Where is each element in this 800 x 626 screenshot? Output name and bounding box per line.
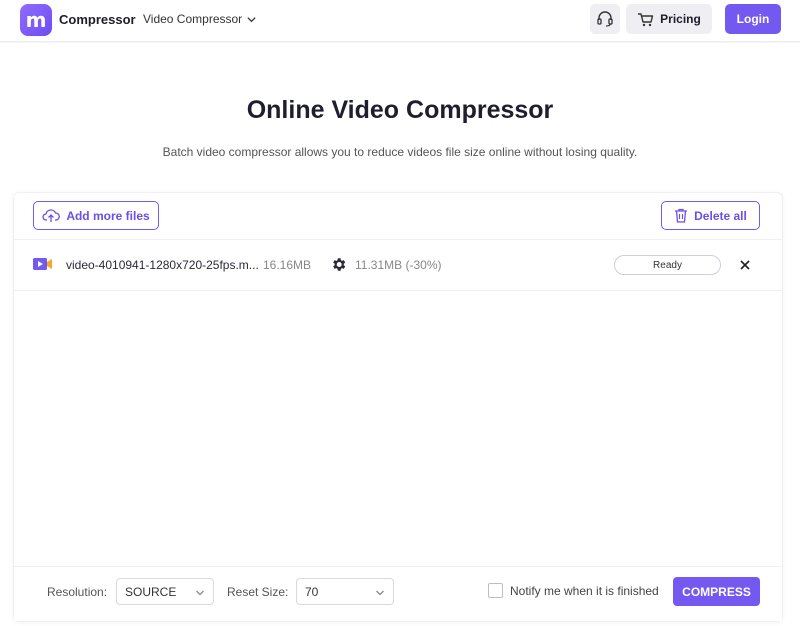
reset-size-select[interactable]: 70: [296, 578, 394, 605]
nav-dropdown-label: Video Compressor: [143, 12, 243, 26]
add-more-files-label: Add more files: [66, 208, 150, 223]
resolution-value: SOURCE: [125, 584, 177, 599]
video-file-icon: [33, 258, 52, 270]
app-logo[interactable]: m: [20, 4, 52, 36]
delete-all-label: Delete all: [694, 208, 747, 223]
chevron-down-icon: [376, 590, 384, 596]
resolution-select[interactable]: SOURCE: [116, 578, 214, 605]
close-icon[interactable]: [738, 258, 752, 272]
add-more-files-button[interactable]: Add more files: [33, 201, 159, 230]
reset-size-label: Reset Size:: [227, 585, 289, 599]
delete-all-button[interactable]: Delete all: [661, 201, 760, 230]
cloud-upload-icon: [42, 208, 61, 222]
cart-icon: [638, 12, 654, 26]
compressed-size: 11.31MB (-30%): [355, 258, 442, 272]
chevron-down-icon: [247, 16, 256, 22]
support-button[interactable]: [590, 4, 620, 34]
logo-letter: m: [25, 8, 47, 32]
headset-icon: [597, 11, 613, 27]
gear-icon[interactable]: [330, 256, 347, 273]
pricing-label: Pricing: [660, 12, 701, 26]
status-badge: Ready: [614, 255, 721, 275]
reset-size-value: 70: [305, 584, 319, 599]
trash-icon: [675, 208, 688, 223]
pricing-button[interactable]: Pricing: [626, 4, 712, 34]
page-title: Online Video Compressor: [246, 96, 554, 124]
video-compressor-dropdown[interactable]: Video Compressor: [143, 12, 257, 26]
notify-label: Notify me when it is finished: [510, 584, 659, 598]
file-name: video-4010941-1280x720-25fps.m...: [66, 258, 259, 272]
login-button[interactable]: Login: [725, 4, 781, 34]
page-subtitle: Batch video compressor allows you to red…: [162, 145, 638, 159]
compress-button[interactable]: COMPRESS: [673, 577, 760, 606]
original-size: 16.16MB: [263, 258, 312, 272]
notify-checkbox[interactable]: [488, 583, 503, 598]
resolution-label: Resolution:: [47, 585, 108, 599]
brand-name: Compressor: [59, 12, 136, 27]
top-header: m Compressor Video Compressor Pricing Lo…: [0, 0, 800, 42]
chevron-down-icon: [196, 590, 204, 596]
